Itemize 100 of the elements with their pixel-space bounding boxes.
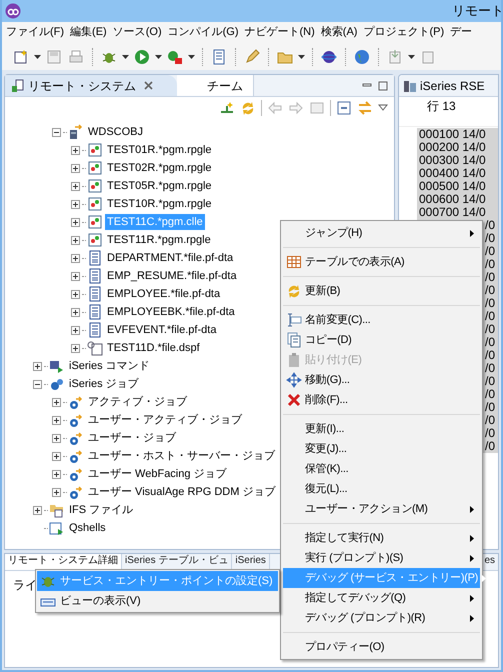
tree-item[interactable]: WDSCOBJ [86, 124, 145, 140]
tree-item[interactable]: TEST11D.*file.dspf [105, 340, 202, 356]
tree-item[interactable]: iSeries コマンド [67, 358, 152, 374]
expand-toggle[interactable] [52, 452, 61, 460]
source-line: 000100 14/0 [419, 128, 486, 141]
context-menu-item[interactable]: 名前変更(C)... [283, 310, 480, 330]
tree-item[interactable]: iSeries ジョブ [67, 376, 141, 392]
context-menu-item[interactable]: 保管(K)... [283, 459, 480, 479]
expand-toggle[interactable] [71, 182, 80, 190]
delete-icon [286, 392, 302, 408]
tree-item[interactable]: ユーザー VisualAge RPG DDM ジョブ [86, 484, 278, 500]
context-menu-item[interactable]: ジャンプ(H) [283, 223, 480, 243]
tree-item[interactable]: ユーザー・アクティブ・ジョブ [86, 412, 244, 428]
context-menu-item[interactable]: 変更(J)... [283, 439, 480, 459]
collapse-toggle[interactable] [52, 128, 61, 136]
expand-toggle[interactable] [71, 200, 80, 208]
tree-item[interactable]: TEST02R.*pgm.rpgle [105, 160, 214, 176]
tree-item[interactable]: DEPARTMENT.*file.pf-dta [105, 250, 236, 266]
menu-item[interactable]: ファイル(F) [4, 24, 66, 41]
expand-toggle[interactable] [71, 218, 80, 226]
new-file-icon[interactable] [13, 48, 29, 64]
run-tool-icon[interactable] [167, 48, 183, 64]
expand-toggle[interactable] [71, 164, 80, 172]
dropdown-caret-icon[interactable] [155, 54, 162, 58]
tree-item[interactable]: EMP_RESUME.*file.pf-dta [105, 268, 239, 284]
context-menu-item[interactable]: 指定して実行(N) [283, 528, 480, 548]
panel-tab[interactable]: リモート・システム詳細 [5, 554, 122, 570]
tree-item[interactable]: Qshells [67, 520, 108, 536]
expand-toggle[interactable] [33, 506, 42, 514]
tree-item[interactable]: ユーザー・ホスト・サーバー・ジョブ [86, 448, 277, 464]
expand-toggle[interactable] [52, 488, 61, 496]
maximize-icon[interactable] [378, 80, 388, 90]
sphere-icon[interactable] [321, 48, 337, 64]
tree-item[interactable]: IFS ファイル [67, 502, 136, 518]
tree-item[interactable]: アクティブ・ジョブ [86, 394, 189, 410]
collapse-toggle[interactable] [33, 380, 42, 388]
document-icon[interactable] [211, 48, 227, 64]
library-icon [68, 124, 84, 140]
dropdown-caret-icon[interactable] [122, 54, 129, 58]
context-menu-item[interactable]: 更新(I)... [283, 419, 480, 439]
menu-item[interactable]: コンパイル(G) [166, 24, 240, 41]
tree-item[interactable]: TEST01R.*pgm.rpgle [105, 142, 214, 158]
source-line: /0 [485, 401, 496, 414]
connection-icon[interactable] [219, 100, 235, 116]
tree-item[interactable]: ユーザー WebFacing ジョブ [86, 466, 229, 482]
expand-toggle[interactable] [71, 236, 80, 244]
dropdown-caret-icon[interactable] [408, 54, 415, 58]
menu-item[interactable]: 編集(E) [68, 24, 109, 41]
expand-toggle[interactable] [71, 146, 80, 154]
gear-icon [68, 484, 84, 500]
expand-toggle[interactable] [33, 362, 42, 370]
context-menu-item[interactable]: 実行 (プロンプト)(S) [283, 548, 480, 568]
collapse-all-icon[interactable] [336, 100, 352, 116]
pencil-icon[interactable] [244, 48, 260, 64]
globe-icon[interactable] [354, 48, 370, 64]
dropdown-caret-icon[interactable] [188, 54, 195, 58]
tree-item[interactable]: TEST10R.*pgm.rpgle [105, 196, 214, 212]
dropdown-caret-icon[interactable] [298, 54, 305, 58]
dropdown-caret-icon[interactable] [34, 54, 41, 58]
close-icon[interactable] [144, 81, 153, 90]
context-menu-item[interactable]: 指定してデバッグ(Q) [283, 588, 480, 608]
tree-item[interactable]: ユーザー・ジョブ [86, 430, 178, 446]
tree-item[interactable]: TEST11R.*pgm.rpgle [105, 232, 213, 248]
expand-toggle[interactable] [71, 254, 80, 262]
expand-toggle[interactable] [71, 308, 80, 316]
shell-icon [49, 520, 65, 536]
context-menu-item[interactable]: 更新(B) [283, 281, 480, 301]
run-icon[interactable] [134, 48, 150, 64]
tree-item[interactable]: EMPLOYEE.*file.pf-dta [105, 286, 222, 302]
expand-toggle[interactable] [52, 398, 61, 406]
context-menu-item[interactable]: デバッグ (プロンプト)(R) [283, 608, 480, 628]
expand-toggle[interactable] [71, 344, 80, 352]
context-menu-item[interactable]: 削除(F)... [283, 390, 480, 410]
panel-tab[interactable]: リモート・システム [5, 75, 177, 96]
menu-item[interactable]: 検索(A) [318, 24, 360, 41]
source-line: /0 [485, 271, 496, 284]
context-menu-item[interactable]: プロパティー(O) [283, 637, 480, 657]
context-menu-item[interactable]: テーブルでの表示(A) [283, 252, 480, 272]
menu-item[interactable]: デー [448, 24, 474, 41]
source-line: /0 [485, 258, 496, 271]
context-menu-item[interactable]: ユーザー・アクション(M) [283, 499, 480, 519]
context-menu-item[interactable]: 移動(G)... [283, 370, 480, 390]
menu-item[interactable]: ソース(O) [110, 24, 164, 41]
menu-item[interactable]: ナビゲート(N) [242, 24, 317, 41]
document-icon [87, 268, 103, 284]
tree-item[interactable]: TEST05R.*pgm.rpgle [105, 178, 214, 194]
expand-toggle[interactable] [52, 434, 61, 442]
tree-item[interactable]: EVFEVENT.*file.pf-dta [105, 322, 218, 338]
expand-toggle[interactable] [71, 326, 80, 334]
menu-item[interactable]: プロジェクト(P) [361, 24, 446, 41]
expand-toggle[interactable] [71, 290, 80, 298]
panel-tab[interactable]: チーム [177, 75, 254, 96]
context-menu-item[interactable]: コピー(D) [283, 330, 480, 350]
tree-item[interactable]: EMPLOYEEBK.*file.pf-dta [105, 304, 237, 320]
context-menu-item[interactable]: 復元(L)... [283, 479, 480, 499]
expand-toggle[interactable] [52, 470, 61, 478]
view-menu-icon[interactable] [378, 104, 388, 112]
expand-toggle[interactable] [71, 272, 80, 280]
submenu-item[interactable]: ビューの表示(V) [37, 591, 278, 611]
expand-toggle[interactable] [52, 416, 61, 424]
